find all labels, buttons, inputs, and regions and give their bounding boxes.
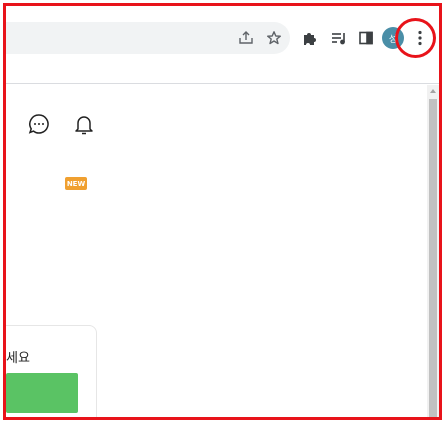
browser-toolbar: 성 bbox=[6, 6, 439, 84]
address-bar[interactable] bbox=[6, 22, 290, 54]
card-action-button[interactable] bbox=[6, 373, 78, 413]
side-panel-icon[interactable] bbox=[355, 27, 377, 49]
new-badge: NEW bbox=[65, 177, 87, 190]
screenshot-frame: 성 NEW 세요 bbox=[3, 3, 442, 420]
star-icon[interactable] bbox=[264, 28, 284, 48]
puzzle-icon[interactable] bbox=[299, 27, 321, 49]
page-content: NEW 세요 bbox=[6, 85, 439, 417]
share-icon[interactable] bbox=[236, 28, 256, 48]
bell-icon[interactable] bbox=[71, 111, 97, 137]
profile-avatar[interactable]: 성 bbox=[382, 27, 404, 49]
scroll-up-arrow-icon[interactable] bbox=[430, 89, 436, 93]
avatar-initial: 성 bbox=[388, 34, 398, 45]
scroll-thumb[interactable] bbox=[429, 99, 437, 417]
kebab-menu-icon[interactable] bbox=[408, 26, 432, 50]
chat-bubble-icon[interactable] bbox=[26, 111, 52, 137]
reading-list-icon[interactable] bbox=[328, 27, 350, 49]
card-text: 세요 bbox=[6, 351, 30, 366]
vertical-scrollbar[interactable] bbox=[427, 85, 439, 417]
